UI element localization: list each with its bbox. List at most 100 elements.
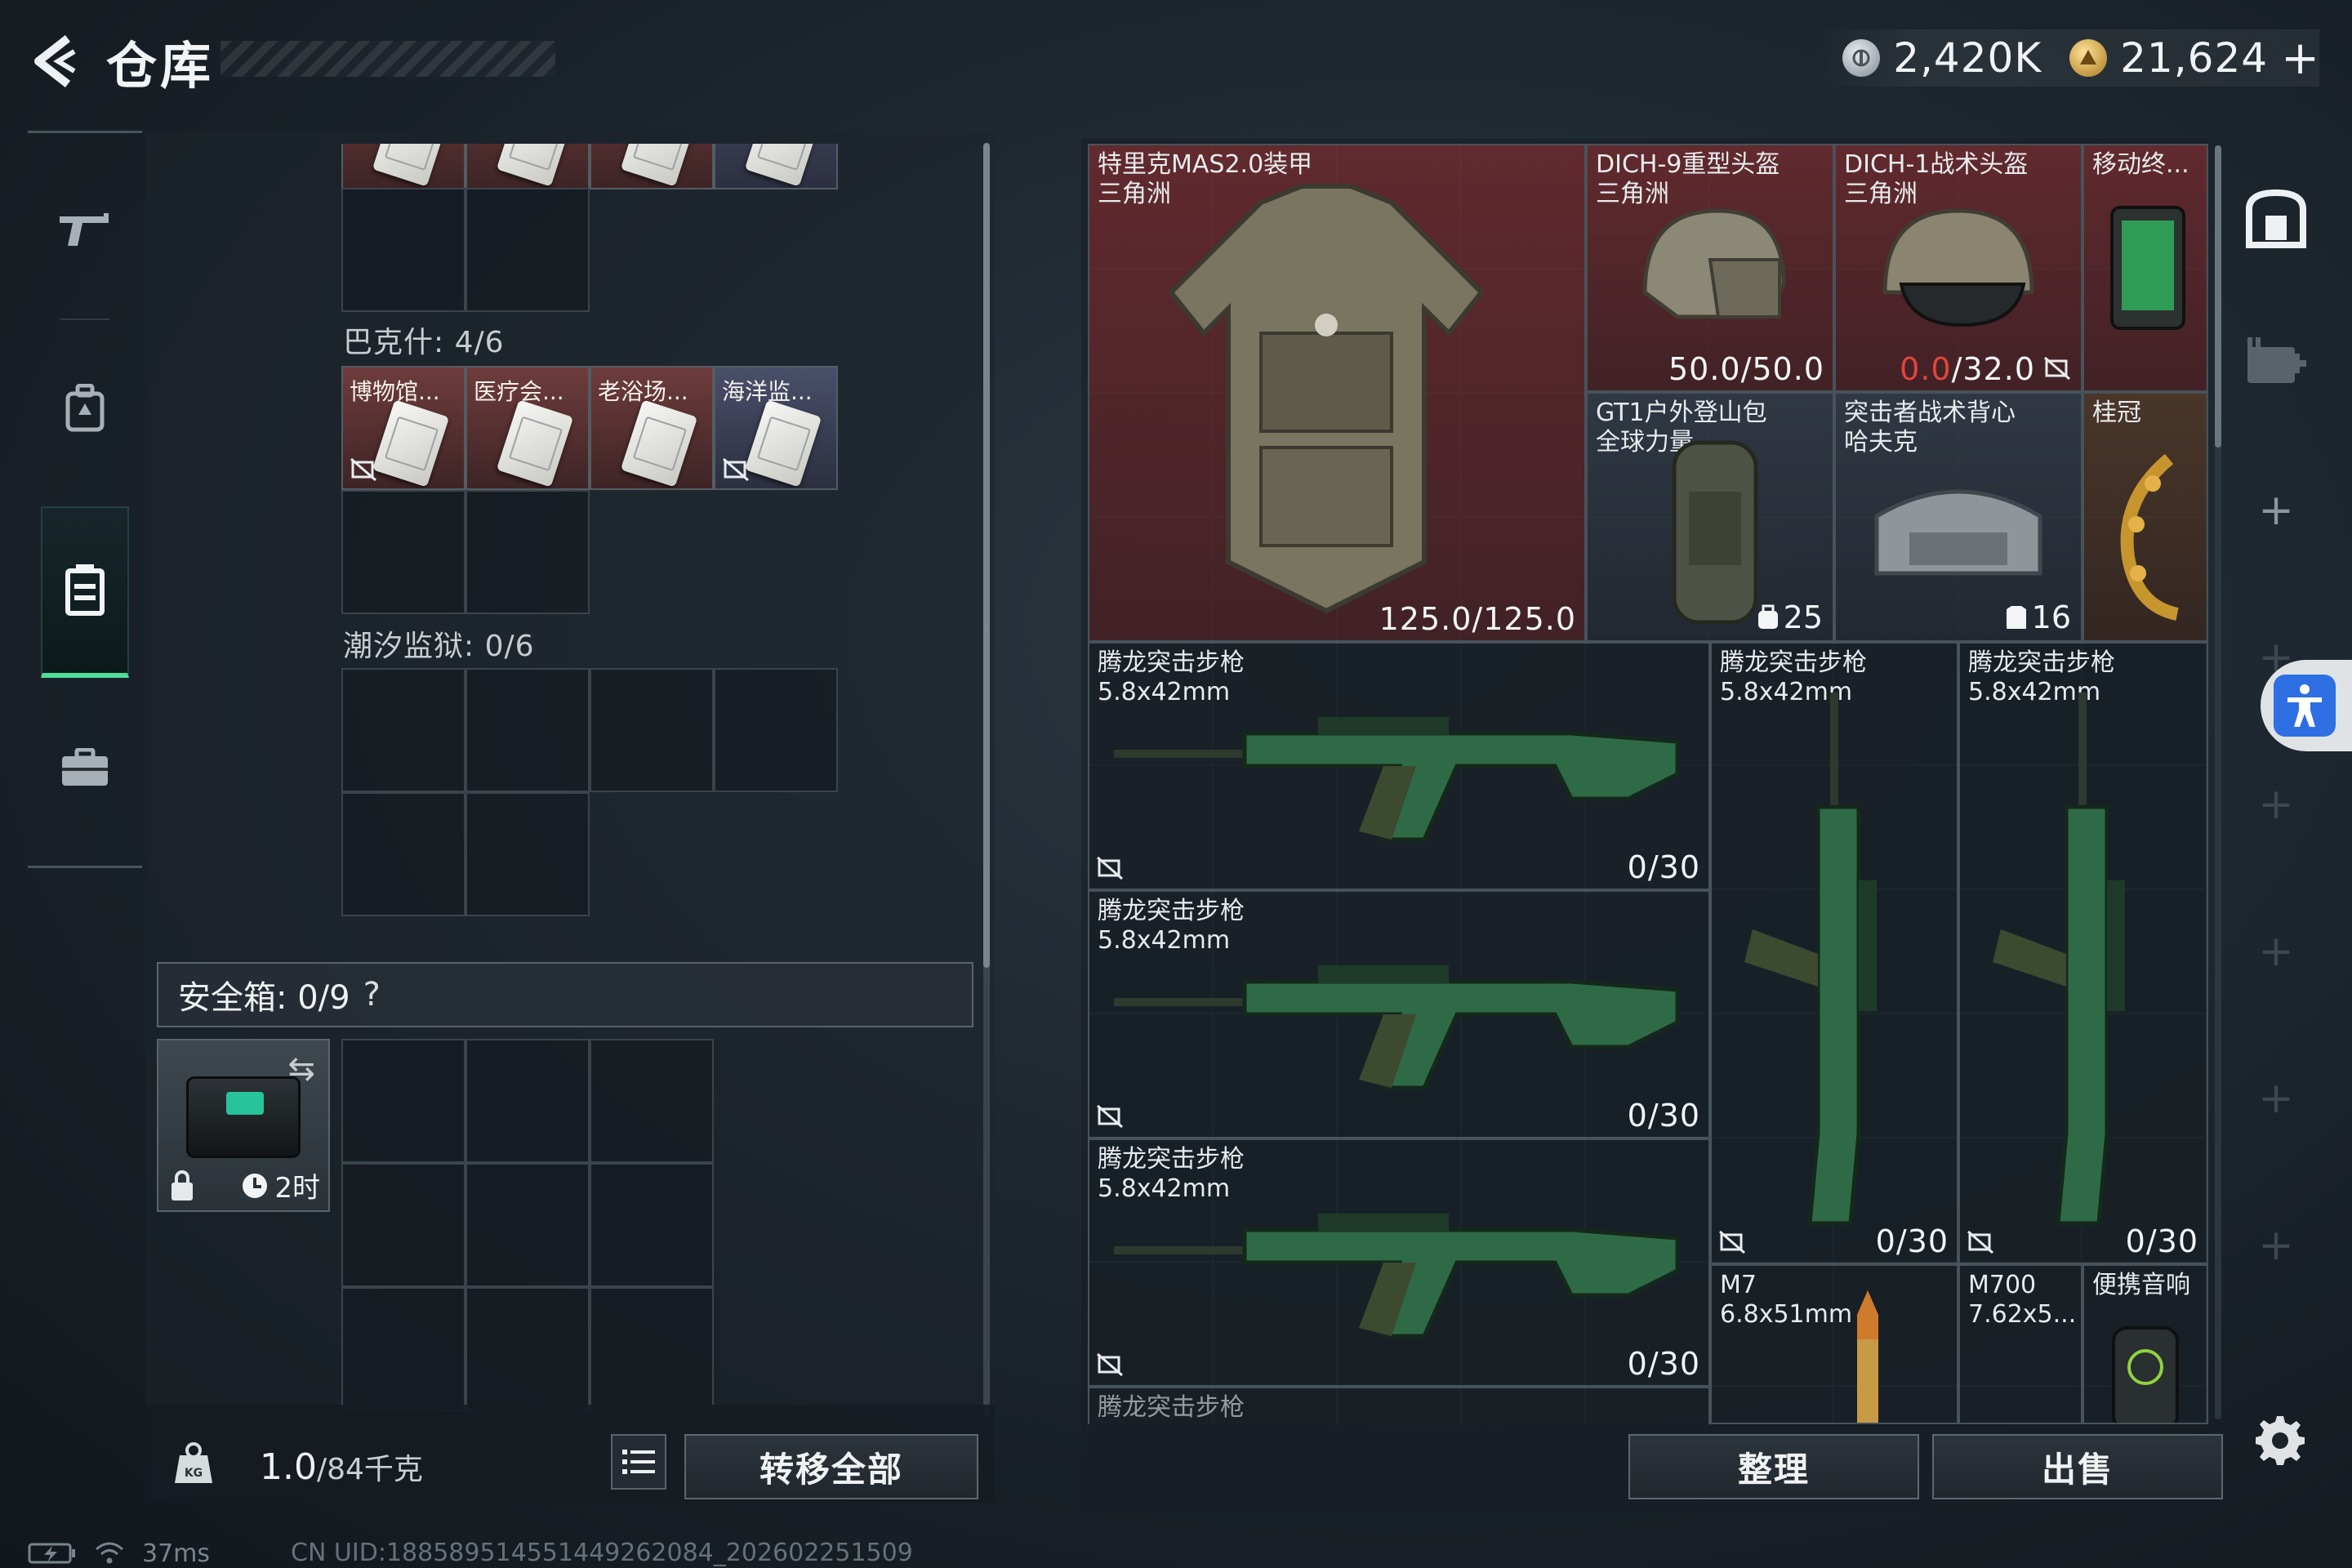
empty-slot[interactable]	[341, 668, 466, 792]
transfer-all-button[interactable]: 转移全部	[684, 1434, 978, 1499]
item-rifle-vertical[interactable]: 腾龙突击步枪 5.8x42mm 0/30	[1710, 642, 1958, 1264]
swap-icon[interactable]: ⇆	[287, 1050, 315, 1088]
sell-button[interactable]: 出售	[1932, 1434, 2223, 1499]
item-mobile-terminal[interactable]: 移动终...	[2082, 144, 2208, 392]
empty-slot[interactable]	[341, 1287, 466, 1411]
nav-top-divider	[28, 131, 142, 133]
currency-bar: 2,420K 21,624 +	[1818, 29, 2319, 87]
speaker-icon	[2112, 1326, 2179, 1423]
no-trade-icon	[1097, 1104, 1123, 1129]
gun-icon	[60, 213, 109, 246]
doc-item-partial[interactable]	[714, 144, 838, 189]
empty-slot[interactable]	[714, 668, 838, 792]
vest-small-icon	[2006, 606, 2026, 629]
item-name: 桂冠	[2092, 399, 2141, 427]
empty-slot[interactable]	[466, 1163, 590, 1287]
rifle-icon	[1114, 1214, 1680, 1339]
doc-item-museum[interactable]: 博物馆...	[341, 366, 466, 490]
weight-readout: 1.0/84千克	[260, 1446, 423, 1488]
empty-slot[interactable]	[341, 792, 466, 916]
container-slot-button[interactable]	[2243, 185, 2310, 252]
battery-icon	[28, 1543, 75, 1564]
left-nav	[28, 131, 142, 874]
document-icon	[496, 399, 574, 488]
gold-coin-icon	[2069, 39, 2108, 77]
item-ammo-m700[interactable]: M700 7.62x5...	[1958, 1264, 2082, 1424]
ammo-count: 0/30	[1627, 1346, 1700, 1382]
item-rifle-partial[interactable]: 腾龙突击步枪	[1088, 1387, 1710, 1424]
empty-slot[interactable]	[341, 490, 466, 614]
item-tactical-vest[interactable]: 突击者战术背心 哈夫克 16	[1834, 392, 2082, 642]
doc-item-partial[interactable]	[341, 144, 466, 189]
settings-button[interactable]	[2247, 1408, 2313, 1473]
empty-slot[interactable]	[590, 1163, 714, 1287]
empty-slot[interactable]	[466, 188, 590, 312]
item-ammo-m7[interactable]: M7 6.8x51mm	[1710, 1264, 1958, 1424]
empty-slot[interactable]	[590, 1287, 714, 1411]
empty-slot[interactable]	[466, 792, 590, 916]
tidy-button[interactable]: 整理	[1628, 1434, 1919, 1499]
nav-item-briefcase[interactable]	[41, 702, 129, 833]
inventory-scrollbar[interactable]	[2215, 145, 2221, 1419]
doc-item-medical[interactable]: 医疗会...	[466, 366, 590, 490]
empty-slot[interactable]	[590, 668, 714, 792]
empty-slot[interactable]	[466, 668, 590, 792]
add-slot-button[interactable]: +	[2243, 918, 2310, 985]
nav-item-weapons[interactable]	[41, 163, 129, 294]
stash-scrollbar[interactable]	[983, 143, 990, 1417]
item-rifle[interactable]: 腾龙突击步枪 5.8x42mm 0/30	[1088, 642, 1710, 890]
empty-slot[interactable]	[466, 1039, 590, 1163]
item-rifle-vertical[interactable]: 腾龙突击步枪 5.8x42mm 0/30	[1958, 642, 2208, 1264]
user-uid: CN UID:18858951455144926208​4_2026022515…	[291, 1539, 913, 1567]
list-view-button[interactable]	[611, 1434, 666, 1490]
add-slot-button[interactable]: +	[2243, 1065, 2310, 1132]
item-backpack[interactable]: GT1户外登山包 全球力量 25	[1586, 392, 1834, 642]
empty-slot[interactable]	[341, 188, 466, 312]
no-trade-icon	[2044, 356, 2070, 381]
add-slot-button[interactable]: +	[2243, 1212, 2310, 1279]
doc-item-bathhouse[interactable]: 老浴场...	[590, 366, 714, 490]
item-tactical-helmet[interactable]: DICH-1战术头盔 三角洲 0.0/32.0	[1834, 144, 2082, 392]
accessibility-button[interactable]	[2261, 660, 2352, 751]
doc-item-partial[interactable]	[590, 144, 714, 189]
empty-slot[interactable]	[341, 1163, 466, 1287]
nav-item-backpack[interactable]	[41, 343, 129, 474]
lock-icon	[172, 1170, 193, 1200]
item-portable-speaker[interactable]: 便携音响	[2082, 1264, 2208, 1424]
item-heavy-helmet[interactable]: DICH-9重型头盔 三角洲 50.0/50.0	[1586, 144, 1834, 392]
rifle-icon	[1744, 693, 1877, 1226]
nav-bottom-divider	[28, 866, 142, 868]
safe-box-item[interactable]: ⇆ 2时	[157, 1039, 330, 1212]
doc-item-partial[interactable]	[466, 144, 590, 189]
storage-case-icon	[65, 564, 105, 616]
empty-slot[interactable]	[466, 490, 590, 614]
item-body-armor[interactable]: 特里克MAS2.0装甲 三角洲 125.0/125.0	[1088, 144, 1586, 642]
wifi-icon	[96, 1542, 123, 1564]
rifle-icon	[1114, 717, 1680, 842]
item-laurel-crown[interactable]: 桂冠	[2082, 392, 2208, 642]
rifle-icon	[1993, 693, 2125, 1226]
item-name: 突击者战术背心 哈夫克	[1844, 399, 2016, 457]
item-name: 便携音响	[2092, 1271, 2190, 1299]
back-button[interactable]	[24, 33, 82, 90]
inventory-grid: 特里克MAS2.0装甲 三角洲 125.0/125.0 DICH-9重型头盔 三角洲…	[1088, 144, 2208, 1424]
empty-slot[interactable]	[466, 1287, 590, 1411]
helmet-icon	[1642, 208, 1786, 319]
add-currency-button[interactable]: +	[2281, 32, 2319, 85]
nav-separator	[60, 318, 109, 320]
help-icon[interactable]: ?	[363, 976, 381, 1013]
add-slot-button[interactable]: +	[2243, 477, 2310, 544]
item-rifle[interactable]: 腾龙突击步枪 5.8x42mm 0/30	[1088, 1138, 1710, 1387]
add-storage-icon	[2247, 337, 2306, 383]
item-rifle[interactable]: 腾龙突击步枪 5.8x42mm 0/30	[1088, 890, 1710, 1138]
empty-slot[interactable]	[590, 1039, 714, 1163]
no-trade-icon	[1097, 1352, 1123, 1377]
doc-item-ocean[interactable]: 海洋监...	[714, 366, 838, 490]
durability-value: 0.0/32.0	[1900, 351, 2035, 387]
add-container-button[interactable]	[2243, 327, 2310, 394]
empty-slot[interactable]	[341, 1039, 466, 1163]
add-slot-button[interactable]: +	[2243, 771, 2310, 838]
gold-currency-value: 21,624	[2120, 34, 2269, 82]
nav-item-storage[interactable]	[41, 506, 129, 678]
page-title: 仓库	[106, 36, 215, 96]
